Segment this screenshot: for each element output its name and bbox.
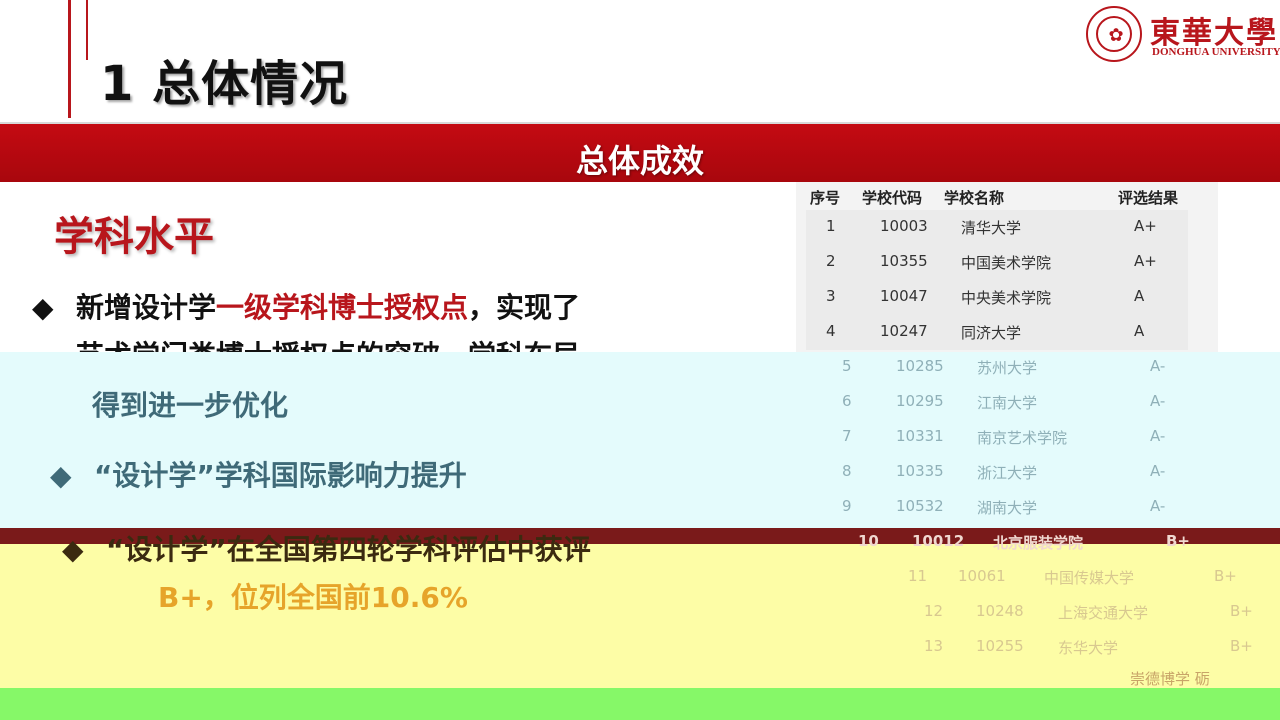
diamond-icon: ◆ xyxy=(62,533,84,566)
table-cell: A- xyxy=(1150,497,1166,515)
table-cell: 10003 xyxy=(880,217,928,235)
table-header: 学校名称 xyxy=(944,189,1005,207)
page-title: 1 总体情况 xyxy=(100,56,349,112)
color-band-green xyxy=(0,688,1280,720)
table-cell: 10355 xyxy=(880,252,928,270)
table-cell: 1 xyxy=(826,217,836,235)
table-cell: A+ xyxy=(1134,217,1157,235)
table-cell: 10061 xyxy=(958,567,1006,585)
bullet-1-highlight: 一级学科博士授权点 xyxy=(216,291,469,324)
table-cell: 南京艺术学院 xyxy=(977,429,1068,447)
logo-en: DONGHUA UNIVERSITY xyxy=(1152,46,1280,58)
table-cell: A- xyxy=(1150,357,1166,375)
table-cell: 10047 xyxy=(880,287,928,305)
table-cell: B+ xyxy=(1214,567,1237,585)
table-header: 序号 xyxy=(810,189,841,207)
table-cell: 3 xyxy=(826,287,836,305)
table-cell: B+ xyxy=(1166,532,1191,550)
table-cell: 8 xyxy=(842,462,852,480)
footer-motto: 崇德博学 砺 xyxy=(1130,670,1210,688)
table-cell: 10255 xyxy=(976,637,1024,655)
table-cell: 10295 xyxy=(896,392,944,410)
table-cell: A+ xyxy=(1134,252,1157,270)
table-cell: 10247 xyxy=(880,322,928,340)
bullet-1: ◆ 新增设计学一级学科博士授权点，实现了 xyxy=(32,284,580,332)
table-cell: A- xyxy=(1150,427,1166,445)
table-cell: A- xyxy=(1150,392,1166,410)
bullet-1-line-3: 得到进一步优化 xyxy=(92,389,289,422)
color-band-cyan xyxy=(0,352,1280,544)
table-cell: 浙江大学 xyxy=(977,464,1038,482)
table-cell: 2 xyxy=(826,252,836,270)
table-cell: 10 xyxy=(858,532,879,550)
table-cell: 12 xyxy=(924,602,944,620)
section-title: 学科水平 xyxy=(54,214,214,260)
table-cell: 江南大学 xyxy=(977,394,1038,412)
table-cell: 中国美术学院 xyxy=(961,254,1052,272)
university-logo: ✿ 東華大學 DONGHUA UNIVERSITY xyxy=(1086,6,1280,64)
table-cell: 同济大学 xyxy=(961,324,1022,342)
table-cell: 苏州大学 xyxy=(977,359,1038,377)
table-cell: 5 xyxy=(842,357,852,375)
table-cell: A xyxy=(1134,287,1145,305)
table-header: 评选结果 xyxy=(1118,189,1179,207)
table-cell: 7 xyxy=(842,427,852,445)
table-cell: B+ xyxy=(1230,602,1253,620)
table-cell: A xyxy=(1134,322,1145,340)
table-cell: 湖南大学 xyxy=(977,499,1038,517)
decor-line-right xyxy=(86,0,88,60)
table-cell: 中央美术学院 xyxy=(961,289,1052,307)
table-cell: 10335 xyxy=(896,462,944,480)
table-header: 学校代码 xyxy=(862,189,923,207)
table-cell: 清华大学 xyxy=(961,219,1022,237)
diamond-icon: ◆ xyxy=(32,291,54,324)
table-cell: 11 xyxy=(908,567,928,585)
table-cell: 东华大学 xyxy=(1058,639,1119,657)
banner-title: 总体成效 xyxy=(575,142,704,180)
table-cell: 6 xyxy=(842,392,852,410)
table-cell: A- xyxy=(1150,462,1166,480)
decor-line-left xyxy=(68,0,71,118)
table-cell: 上海交通大学 xyxy=(1058,604,1149,622)
table-cell: 中国传媒大学 xyxy=(1044,569,1135,587)
diamond-icon: ◆ xyxy=(50,459,72,492)
table-cell: 北京服装学院 xyxy=(993,534,1084,552)
table-cell: 4 xyxy=(826,322,836,340)
table-cell: 10532 xyxy=(896,497,944,515)
bullet-2: ◆ “设计学”学科国际影响力提升 xyxy=(50,452,467,500)
table-cell: 13 xyxy=(924,637,944,655)
table-cell: 10285 xyxy=(896,357,944,375)
bullet-3-line-2: B+，位列全国前10.6% xyxy=(158,581,468,614)
title-banner: 总体成效 xyxy=(0,122,1280,182)
seal-icon: ✿ xyxy=(1086,6,1142,62)
table-cell: 9 xyxy=(842,497,852,515)
table-cell: B+ xyxy=(1230,637,1253,655)
table-cell: 10248 xyxy=(976,602,1024,620)
table-cell: 10012 xyxy=(912,532,965,550)
table-cell: 10331 xyxy=(896,427,944,445)
bullet-3: ◆ “设计学”在全国第四轮学科评估中获评 xyxy=(62,526,591,574)
